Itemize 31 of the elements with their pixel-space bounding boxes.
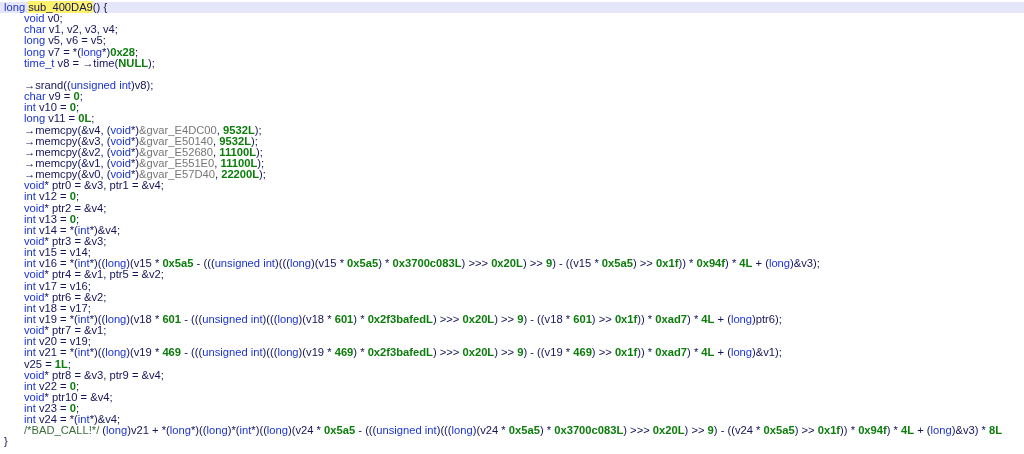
code-line: int v12 = 0; bbox=[24, 190, 80, 203]
code-line: int v13 = 0; bbox=[24, 212, 80, 225]
code-line: void* ptr8 = &v3, ptr9 = &v4; bbox=[24, 368, 164, 381]
code-line: int v23 = 0; bbox=[24, 402, 80, 415]
code-line: int v15 = v14; bbox=[24, 246, 91, 259]
code-line: int v16 = *(int*)((long)(v15 * 0x5a5 - (((unsigned int)(((long)(v15 * 0x5a5) * 0x3700c083L) >>> 0x20L) >> 9) - ((v15 * 0x5a5) >> 0x1f)) * 0x94f) * 4L + (long)&v3); bbox=[24, 257, 820, 270]
code-line: int v20 = v19; bbox=[24, 335, 91, 348]
code-line: void v0; bbox=[24, 12, 63, 25]
code-line: int v21 = *(int*)((long)(v19 * 469 - (((unsigned int)(((long)(v19 * 469) * 0x2f3bafedL) >>> 0x20L) >> 9) - ((v19 * 469) >> 0x1f)) * 0xad7) * 4L + (long)&v1); bbox=[24, 346, 782, 359]
code-line: int v10 = 0; bbox=[24, 101, 80, 114]
code-line: void* ptr4 = &v1, ptr5 = &v2; bbox=[24, 268, 164, 281]
code-line: int v19 = *(int*)((long)(v18 * 601 - (((unsigned int)(((long)(v18 * 601) * 0x2f3bafedL) >>> 0x20L) >> 9) - ((v18 * 601) >> 0x1f)) * 0xad7) * 4L + (long)ptr6); bbox=[24, 312, 782, 325]
code-line: char v9 = 0; bbox=[24, 90, 83, 103]
code-line: →srand((unsigned int)v8); bbox=[24, 79, 154, 91]
code-line: void* ptr10 = &v4; bbox=[24, 390, 113, 403]
code-line: } bbox=[4, 435, 8, 448]
code-line: int v17 = v16; bbox=[24, 279, 91, 292]
code-line: long v11 = 0L; bbox=[24, 112, 95, 125]
code-line: /*BAD_CALL!*/ (long)v21 + *(long*)((long)*(int*)((long)(v24 * 0x5a5 - (((unsigned int)(((long)(v24 * 0x5a5) * 0x3700c083L) >>> 0x20L) >> 9) - ((v24 * 0x5a5) >> 0x1f)) * 0x94f) * 4L + (long)&v3) * 8L bbox=[24, 424, 1003, 437]
code-line: void* ptr7 = &v1; bbox=[24, 324, 107, 337]
code-line: void* ptr0 = &v3, ptr1 = &v4; bbox=[24, 179, 164, 192]
code-line: long sub_400DA9() { bbox=[4, 1, 108, 13]
code-line: char v1, v2, v3, v4; bbox=[24, 23, 118, 36]
code-line: →memcpy(&v4, (void*)&gvar_E4DC00, 9532L); bbox=[24, 123, 262, 136]
code-line: int v24 = *(int*)&v4; bbox=[24, 413, 121, 426]
code-line: v25 = 1L; bbox=[24, 357, 71, 370]
code-line: int v14 = *(int*)&v4; bbox=[24, 223, 121, 236]
code-line: long v7 = *(long*)0x28; bbox=[24, 45, 139, 58]
code-line: long v5, v6 = v5; bbox=[24, 34, 106, 47]
code-line: void* ptr6 = &v2; bbox=[24, 290, 107, 303]
code-line: void* ptr2 = &v4; bbox=[24, 201, 107, 214]
